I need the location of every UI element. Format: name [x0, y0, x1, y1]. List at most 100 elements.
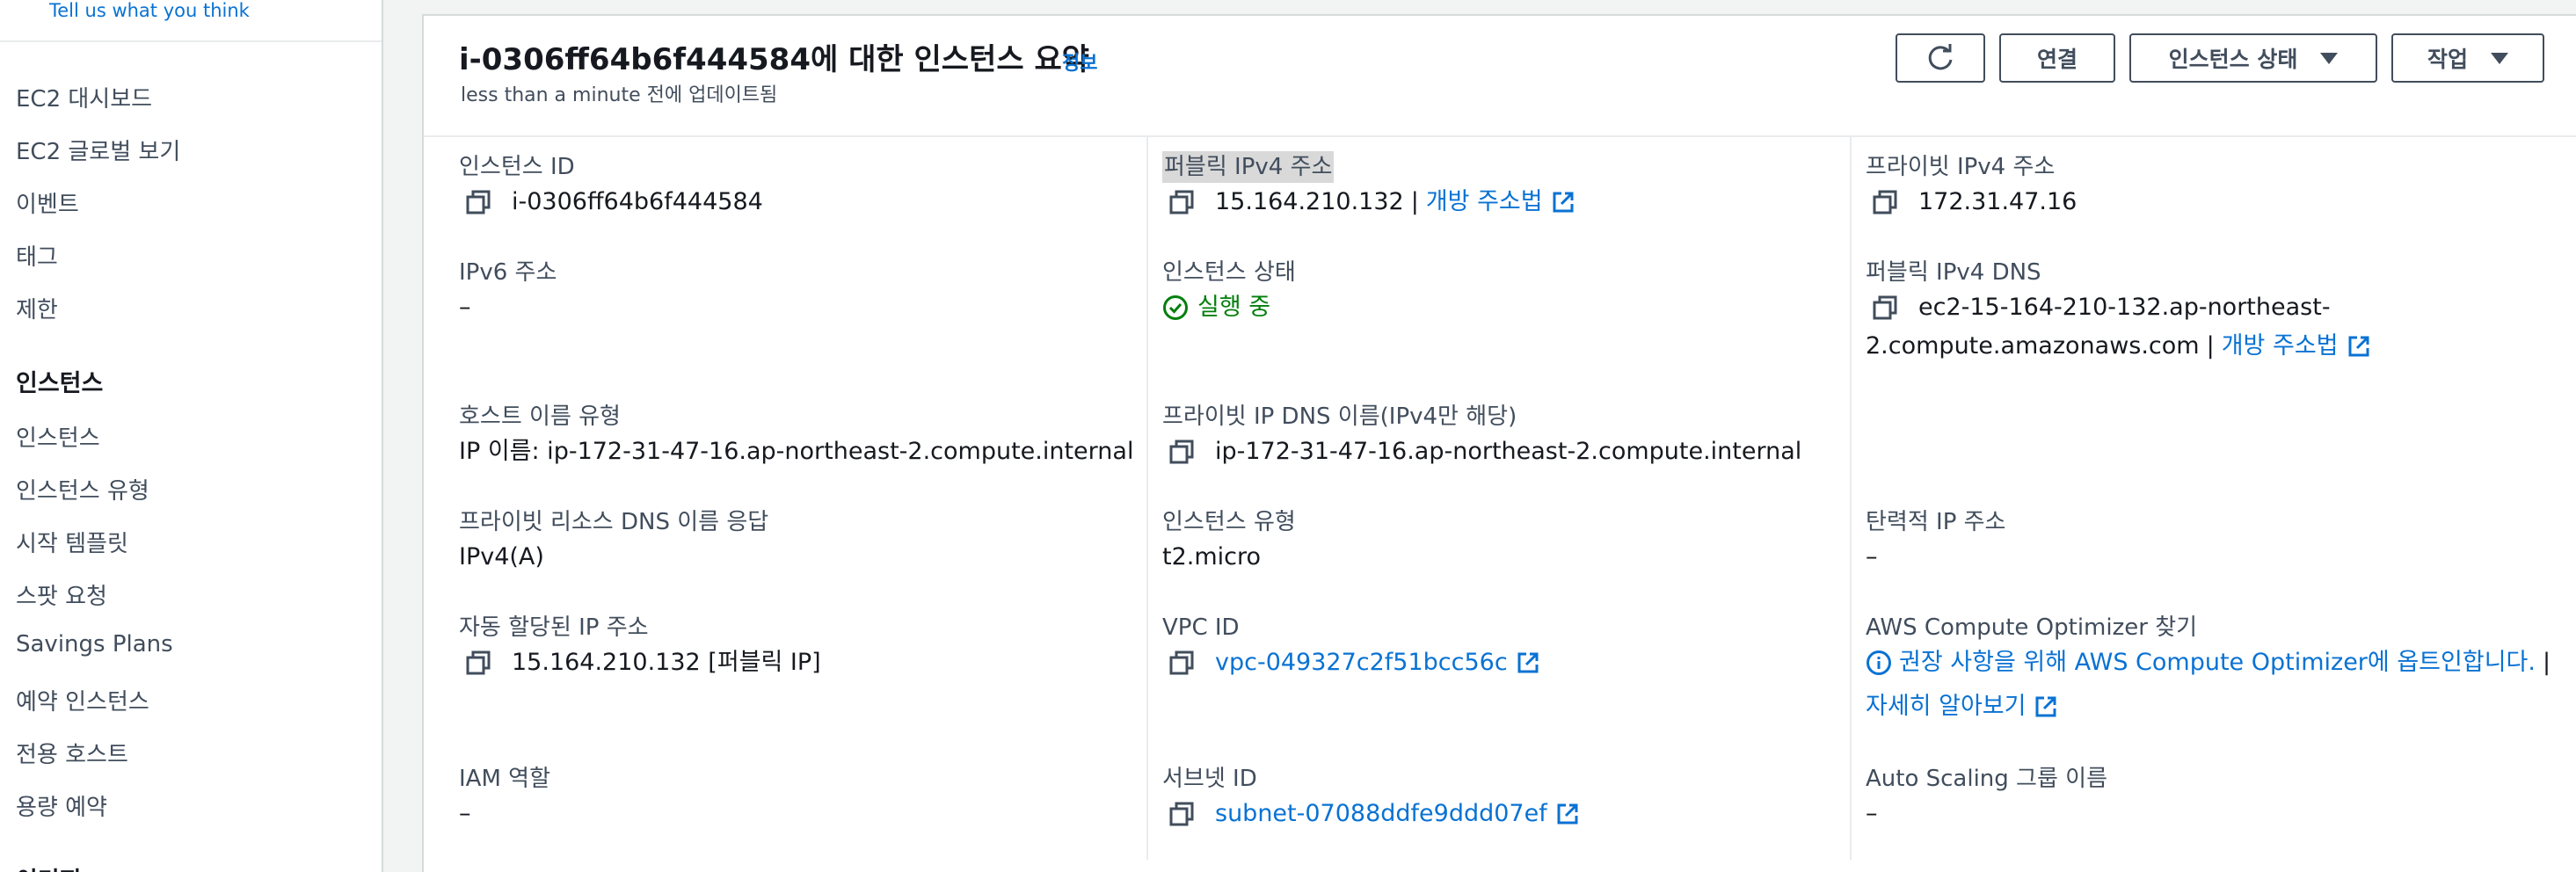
field-value-row: subnet-07088ddfe9ddd07ef [1162, 795, 1579, 833]
copy-icon[interactable] [466, 650, 491, 675]
sidebar-item-spot-requests[interactable]: 스팟 요청 [16, 578, 107, 611]
field-auto-scaling-group: Auto Scaling 그룹 이름 – [1866, 763, 2107, 833]
field-value-row: 172.31.47.16 [1866, 183, 2077, 222]
refresh-button[interactable] [1896, 33, 1985, 83]
field-value-row: 권장 사항을 위해 AWS Compute Optimizer에 옵트인합니다.… [1866, 643, 2551, 682]
instance-state-dropdown[interactable]: 인스턴스 상태 [2129, 33, 2377, 83]
field-label: 탄력적 IP 주소 [1866, 509, 2006, 535]
external-link-icon[interactable] [1556, 803, 1579, 825]
sidebar-item-reserved-instances[interactable]: 예약 인스턴스 [16, 684, 149, 716]
hostname-type-value: IP 이름: ip-172-31-47-16.ap-northeast-2.co… [459, 438, 1134, 465]
field-label: 프라이빗 리소스 DNS 이름 응답 [459, 509, 769, 535]
field-label: 프라이빗 IP DNS 이름(IPv4만 해당) [1162, 403, 1517, 430]
vpc-link[interactable]: vpc-049327c2f51bcc56c [1215, 643, 1508, 682]
external-link-icon[interactable] [1517, 651, 1539, 674]
info-link[interactable]: 정보 [1062, 47, 1097, 76]
field-value-row: ec2-15-164-210-132.ap-northeast- [1866, 288, 2370, 327]
sidebar-item-ec2-dashboard[interactable]: EC2 대시보드 [16, 81, 152, 113]
field-label: IAM 역할 [459, 766, 550, 792]
sidebar-nav: Tell us what you think EC2 대시보드 EC2 글로벌 … [0, 0, 383, 872]
elastic-ip-value: – [1866, 543, 1878, 570]
open-address-link[interactable]: 개방 주소법 [1426, 183, 1543, 222]
copy-icon[interactable] [466, 190, 491, 214]
feedback-link[interactable]: Tell us what you think [49, 0, 250, 21]
header-divider [424, 135, 2576, 137]
field-label: 인스턴스 ID [459, 154, 575, 180]
copy-icon[interactable] [1169, 190, 1194, 214]
external-link-icon[interactable] [1552, 191, 1575, 214]
copy-icon[interactable] [1873, 295, 1897, 320]
field-label: 퍼블릭 IPv4 DNS [1866, 259, 2041, 286]
copy-icon[interactable] [1169, 440, 1194, 464]
sidebar-item-limits[interactable]: 제한 [16, 292, 58, 324]
field-private-dns: 프라이빗 IP DNS 이름(IPv4만 해당) ip-172-31-47-16… [1162, 401, 1801, 471]
field-instance-id: 인스턴스 ID i-0306ff64b6f444584 [459, 151, 763, 222]
field-compute-optimizer: AWS Compute Optimizer 찾기 권장 사항을 위해 AWS C… [1866, 612, 2551, 726]
instance-summary-panel: i-0306ff64b6f444584에 대한 인스턴스 요약 정보 less … [422, 14, 2576, 872]
field-value-row: vpc-049327c2f51bcc56c [1162, 643, 1539, 682]
field-public-ipv4: 퍼블릭 IPv4 주소 15.164.210.132 | 개방 주소법 [1162, 151, 1575, 222]
sidebar-section-instances[interactable]: 인스턴스 [16, 364, 103, 398]
subnet-link[interactable]: subnet-07088ddfe9ddd07ef [1215, 795, 1547, 833]
field-hostname-type: 호스트 이름 유형 IP 이름: ip-172-31-47-16.ap-nort… [459, 401, 1133, 471]
public-dns-line1: ec2-15-164-210-132.ap-northeast- [1918, 294, 2331, 321]
field-label: 자동 할당된 IP 주소 [459, 614, 649, 641]
copy-icon[interactable] [1169, 802, 1194, 826]
column-divider [1146, 137, 1148, 860]
sidebar-item-capacity-reservations[interactable]: 용량 예약 [16, 789, 107, 822]
separator: | [2542, 649, 2551, 676]
sidebar-item-launch-templates[interactable]: 시작 템플릿 [16, 526, 128, 558]
field-public-dns: 퍼블릭 IPv4 DNS ec2-15-164-210-132.ap-north… [1866, 257, 2370, 366]
field-value-row: ip-172-31-47-16.ap-northeast-2.compute.i… [1162, 432, 1801, 471]
sidebar-item-global-view[interactable]: EC2 글로벌 보기 [16, 134, 180, 166]
field-label: 인스턴스 상태 [1162, 259, 1296, 286]
sidebar-item-tags[interactable]: 태그 [16, 239, 58, 272]
copy-icon[interactable] [1873, 190, 1897, 214]
ec2-console: Tell us what you think EC2 대시보드 EC2 글로벌 … [0, 0, 2576, 872]
ipv6-value: – [459, 294, 471, 321]
copy-icon[interactable] [1169, 650, 1194, 675]
field-label: Auto Scaling 그룹 이름 [1866, 766, 2108, 792]
private-dns-value: ip-172-31-47-16.ap-northeast-2.compute.i… [1215, 438, 1802, 465]
actions-dropdown[interactable]: 작업 [2391, 33, 2544, 83]
field-label: 인스턴스 유형 [1162, 509, 1296, 535]
sidebar-item-instances[interactable]: 인스턴스 [16, 420, 100, 453]
field-value-row: 15.164.210.132 [퍼블릭 IP] [459, 643, 821, 682]
field-subnet-id: 서브넷 ID subnet-07088ddfe9ddd07ef [1162, 763, 1579, 833]
learn-more-link[interactable]: 자세히 알아보기 [1866, 687, 2026, 726]
caret-down-icon [2491, 52, 2508, 64]
sidebar-item-events[interactable]: 이벤트 [16, 186, 79, 219]
optimizer-opt-in-link[interactable]: 권장 사항을 위해 AWS Compute Optimizer에 옵트인합니다. [1899, 643, 2536, 682]
external-link-icon[interactable] [2034, 695, 2057, 718]
public-ipv4-value: 15.164.210.132 [1215, 188, 1404, 215]
open-address-link[interactable]: 개방 주소법 [2222, 327, 2339, 366]
field-resource-dns: 프라이빗 리소스 DNS 이름 응답 IPv4(A) [459, 506, 768, 577]
instance-type-value: t2.micro [1162, 543, 1262, 570]
field-auto-ip: 자동 할당된 IP 주소 15.164.210.132 [퍼블릭 IP] [459, 612, 821, 682]
field-instance-type: 인스턴스 유형 t2.micro [1162, 506, 1296, 577]
field-value-row: 자세히 알아보기 [1866, 687, 2551, 726]
connect-button[interactable]: 연결 [1999, 33, 2115, 83]
public-dns-line2: 2.compute.amazonaws.com [1866, 332, 2200, 360]
field-label: IPv6 주소 [459, 259, 557, 286]
iam-value: – [459, 800, 471, 827]
separator: | [2206, 332, 2215, 360]
status-running: 실행 중 [1162, 288, 1296, 327]
resource-dns-value: IPv4(A) [459, 543, 544, 570]
close-icon[interactable] [313, 0, 345, 12]
check-circle-icon [1163, 295, 1188, 320]
auto-ip-value: 15.164.210.132 [퍼블릭 IP] [512, 649, 821, 676]
sidebar-item-savings-plans[interactable]: Savings Plans [16, 631, 173, 658]
field-label: AWS Compute Optimizer 찾기 [1866, 614, 2198, 641]
sidebar-item-dedicated-hosts[interactable]: 전용 호스트 [16, 737, 128, 769]
external-link-icon[interactable] [2347, 335, 2370, 358]
field-label: VPC ID [1162, 614, 1240, 641]
sidebar-section-images[interactable]: 이미지 [16, 861, 82, 872]
field-label: 프라이빗 IPv4 주소 [1866, 154, 2056, 180]
field-value-row: i-0306ff64b6f444584 [459, 183, 763, 222]
sidebar-item-instance-types[interactable]: 인스턴스 유형 [16, 473, 149, 505]
field-ipv6: IPv6 주소 – [459, 257, 557, 327]
instance-state-value: 실행 중 [1197, 294, 1271, 321]
page-title: i-0306ff64b6f444584에 대한 인스턴스 요약 [459, 42, 1090, 77]
last-updated-text: less than a minute 전에 업데이트됨 [461, 84, 778, 106]
